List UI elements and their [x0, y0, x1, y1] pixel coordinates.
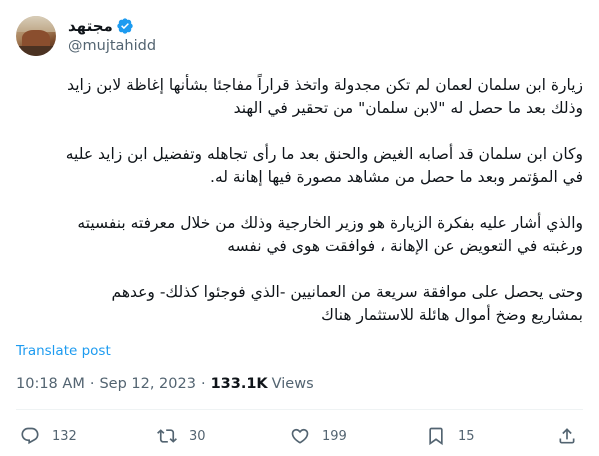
tweet: مجتهد @mujtahidd زيارة ابن سلمان لعمان ل… — [0, 0, 599, 456]
tweet-metadata: 10:18 AM · Sep 12, 2023 · 133.1K Views — [16, 376, 314, 392]
views-count: 133.1K — [210, 376, 268, 392]
verified-badge-icon — [117, 18, 133, 34]
like-count: 199 — [322, 428, 347, 444]
separator: · — [89, 376, 95, 392]
views-label: Views — [271, 376, 314, 392]
retweet-icon — [157, 429, 177, 443]
translate-post-link[interactable]: Translate post — [16, 343, 111, 359]
display-name[interactable]: مجتهد — [68, 17, 113, 35]
divider — [16, 409, 583, 410]
retweet-count: 30 — [189, 428, 206, 444]
action-bar: 132 30 199 15 — [16, 424, 583, 448]
author-names: مجتهد @mujtahidd — [68, 16, 156, 56]
reply-icon — [21, 427, 39, 445]
tweet-paragraph: زيارة ابن سلمان لعمان لم تكن مجدولة واتخ… — [67, 76, 583, 117]
name-row: مجتهد — [68, 16, 156, 36]
tweet-paragraph: وكان ابن سلمان قد أصابه الغيض والحنق بعد… — [65, 145, 583, 186]
tweet-paragraph: وحتى يحصل على موافقة سريعة من العمانيين … — [111, 283, 583, 324]
handle[interactable]: @mujtahidd — [68, 36, 156, 56]
separator: · — [200, 376, 206, 392]
tweet-text: زيارة ابن سلمان لعمان لم تكن مجدولة واتخ… — [16, 74, 583, 350]
retweet-button[interactable]: 30 — [157, 424, 206, 448]
like-button[interactable]: 199 — [290, 424, 347, 448]
reply-button[interactable]: 132 — [20, 424, 77, 448]
bookmark-count: 15 — [458, 428, 475, 444]
like-icon — [291, 428, 309, 444]
share-button[interactable] — [557, 424, 577, 448]
reply-count: 132 — [52, 428, 77, 444]
tweet-paragraph: والذي أشار عليه بفكرة الزيارة هو وزير ال… — [77, 214, 583, 255]
share-icon — [559, 428, 575, 444]
tweet-header: مجتهد @mujtahidd — [16, 14, 156, 58]
bookmark-button[interactable]: 15 — [426, 424, 475, 448]
bookmark-icon — [429, 427, 443, 446]
tweet-date[interactable]: Sep 12, 2023 — [99, 376, 196, 392]
tweet-time[interactable]: 10:18 AM — [16, 376, 85, 392]
avatar[interactable] — [16, 16, 56, 56]
